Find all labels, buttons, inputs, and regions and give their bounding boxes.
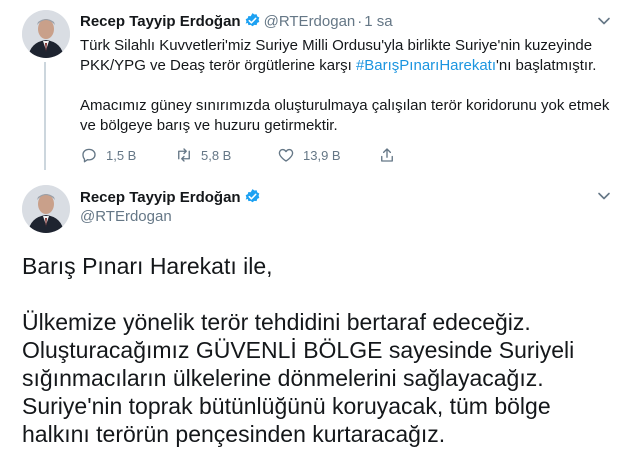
tweet-text-paragraph-2: Amacımız güney sınırımızda oluşturulmaya… [80, 97, 610, 134]
verified-badge-icon [244, 188, 261, 205]
author-handle[interactable]: @RTErdogan [264, 13, 356, 30]
avatar[interactable] [22, 10, 70, 58]
tweet-line: Suriye'nin toprak bütünlüğünü koruyacak,… [22, 393, 551, 419]
tweet-line: sığınmacıların ülkelerine dönmelerini sa… [22, 365, 544, 391]
author-name[interactable]: Recep Tayyip Erdoğan [80, 13, 241, 30]
hashtag-link[interactable]: #BarışPınarıHarekatı [356, 57, 496, 74]
like-button[interactable]: 13,9 B [277, 146, 341, 166]
like-count: 13,9 B [303, 148, 341, 163]
author-name[interactable]: Recep Tayyip Erdoğan [80, 189, 241, 206]
author-handle[interactable]: @RTErdogan [80, 208, 264, 225]
tweet-line: Ülkemize yönelik terör tehdidini bertara… [22, 309, 531, 335]
retweet-icon [178, 148, 190, 162]
tweet-header: Recep Tayyip Erdoğan @RTErdogan [80, 188, 264, 225]
like-icon [278, 148, 294, 162]
chevron-down-icon[interactable] [597, 14, 611, 28]
retweet-button[interactable]: 5,8 B [175, 146, 231, 166]
thread-line [44, 62, 46, 170]
tweet-header: Recep Tayyip Erdoğan @RTErdogan · 1 sa [80, 12, 393, 32]
tweet-intro: Barış Pınarı Harekatı ile, [22, 253, 273, 279]
retweet-count: 5,8 B [201, 148, 232, 163]
share-button[interactable] [378, 146, 404, 166]
verified-badge-icon [244, 12, 261, 29]
reply-button[interactable]: 1,5 B [80, 146, 136, 166]
chevron-down-icon[interactable] [597, 189, 611, 203]
tweet-line: Oluşturacağımız GÜVENLİ BÖLGE sayesinde … [22, 337, 575, 363]
tweet-text: Türk Silahlı Kuvvetleri'miz Suriye Milli… [80, 36, 625, 136]
tweet-line: halkını terörün pençesinden kurtaracağız… [22, 421, 446, 447]
tweet-time[interactable]: 1 sa [364, 13, 392, 30]
tweet-2[interactable]: Recep Tayyip Erdoğan @RTErdogan Barış Pı… [0, 176, 642, 476]
tweet-1[interactable]: Recep Tayyip Erdoğan @RTErdogan · 1 sa Türk… [0, 0, 642, 176]
reply-icon [82, 148, 96, 163]
avatar[interactable] [22, 185, 70, 233]
share-icon [381, 148, 393, 162]
tweet-text: Barış Pınarı Harekatı ile, Ülkemize yöne… [22, 252, 632, 448]
separator-dot: · [357, 13, 363, 30]
tweet-text-part2: 'nı başlatmıştır. [496, 57, 597, 74]
reply-count: 1,5 B [106, 148, 137, 163]
